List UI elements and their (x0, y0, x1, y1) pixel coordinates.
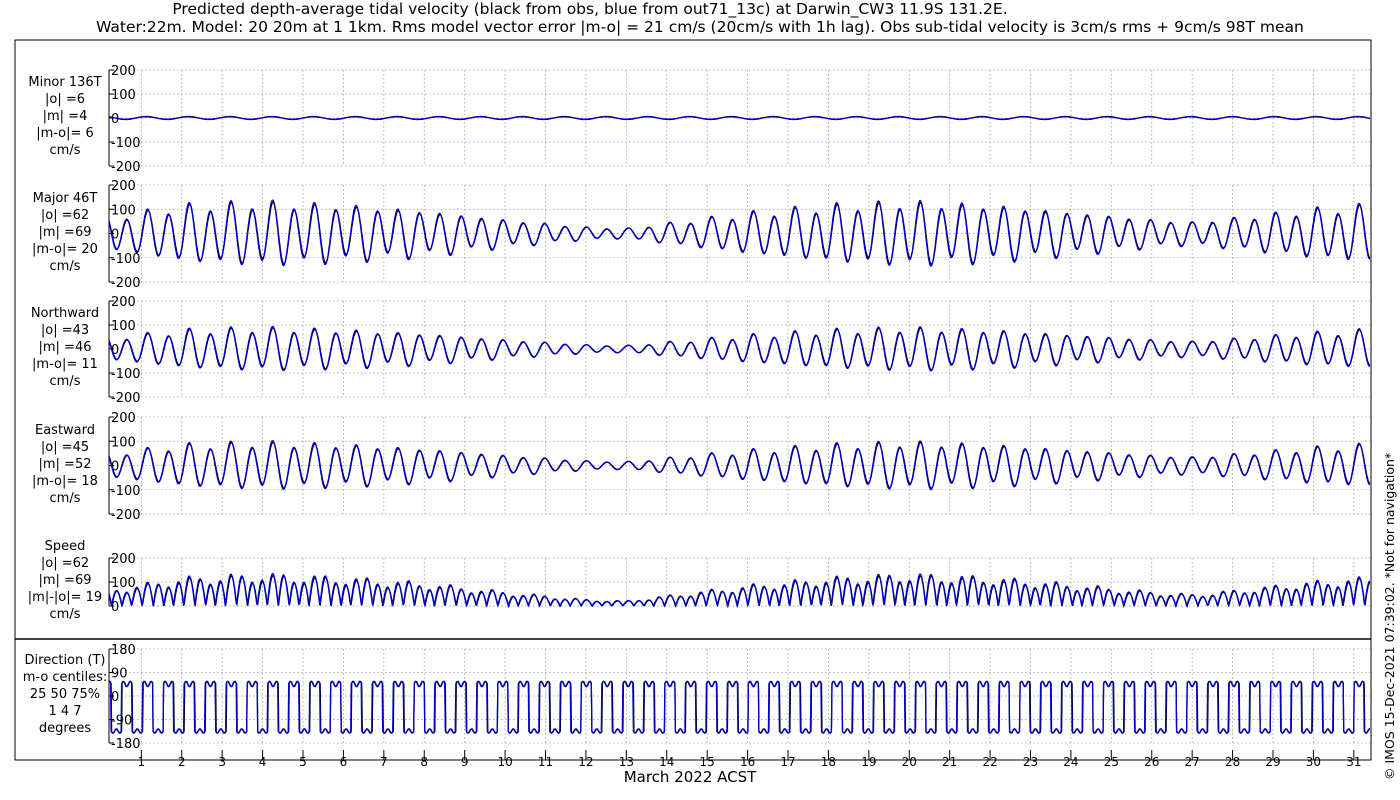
xtick-label-24: 25 (1104, 755, 1119, 769)
series-model-speed (108, 573, 1370, 609)
panel-eastward: 2001000-100-200 (108, 411, 1371, 523)
panel-label-line: |o| =45 (40, 439, 90, 455)
panel-label-line: |m| =69 (38, 224, 92, 240)
panel-label-line: Speed (44, 539, 86, 554)
panel-label-line: |m| =46 (38, 340, 92, 355)
ytick-label-eastward-3: -100 (111, 484, 141, 499)
panel-label-line: 25 50 75% (29, 687, 101, 702)
panel-label-line: |o| =62 (40, 207, 90, 223)
xtick-label-9: 10 (497, 755, 512, 769)
panel-label-line: |m-o|= 20 (32, 241, 98, 257)
ytick-label-direction-4: -180 (111, 737, 141, 752)
panel-minor: 2001000-100-200 (108, 64, 1371, 175)
panel-label-eastward: Eastward |o| =45 |m| =52 |m-o|= 18 cm/s (15, 422, 115, 507)
panel-label-line: |m| =4 (42, 109, 88, 124)
series-model-direction (108, 680, 1371, 734)
panel-label-line: |m-o|= 18 (32, 473, 98, 489)
xtick-label-5: 6 (340, 755, 348, 769)
panel-label-line: cm/s (49, 258, 81, 274)
xtick-label-25: 26 (1144, 755, 1159, 769)
panel-label-northward: Northward |o| =43 |m| =46 |m-o|= 11 cm/s (15, 305, 115, 390)
panel-label-line: Minor 136T (28, 75, 102, 90)
panel-label-line: cm/s (49, 374, 81, 389)
panel-label-line: Direction (T) (24, 653, 106, 668)
xtick-label-11: 12 (578, 755, 593, 769)
ytick-label-northward-3: -100 (111, 367, 141, 382)
panel-label-line: m-o centiles: (22, 670, 108, 685)
panel-label-direction: Direction (T) m-o centiles: 25 50 75% 1 4 7… (15, 652, 115, 737)
xtick-label-12: 13 (619, 755, 634, 769)
xtick-label-30: 31 (1346, 755, 1361, 769)
xtick-label-26: 27 (1185, 755, 1200, 769)
ytick-label-minor-3: -100 (111, 136, 141, 151)
xtick-label-13: 14 (659, 755, 674, 769)
xtick-label-4: 5 (299, 755, 307, 769)
panel-label-line: |o| =6 (44, 92, 85, 107)
xtick-label-6: 7 (380, 755, 388, 769)
x-axis-label: March 2022 ACST (623, 768, 757, 786)
xtick-label-10: 11 (538, 755, 553, 769)
outer-frame (14, 39, 1372, 761)
panel-label-line: cm/s (49, 490, 81, 506)
panel-label-line: |o| =43 (40, 323, 90, 338)
chart-plot: 2001000-100-2002001000-100-2002001000-10… (14, 39, 1372, 769)
xtick-label-17: 18 (821, 755, 836, 769)
panel-label-line: Northward (30, 306, 100, 321)
xtick-label-19: 20 (902, 755, 917, 769)
panel-label-speed: Speed |o| =62 |m| =69 |m|-|o|= 19 cm/s (15, 538, 115, 623)
xtick-label-28: 29 (1265, 755, 1280, 769)
xtick-label-23: 24 (1063, 755, 1078, 769)
copyright-text: © IMOS 15-Dec-2021 07:39:02. *Not for na… (1382, 452, 1397, 780)
panel-label-line: |m-o|= 11 (32, 357, 98, 372)
panel-major: 2001000-100-200 (108, 179, 1371, 291)
xtick-label-3: 4 (259, 755, 267, 769)
xtick-label-18: 19 (861, 755, 876, 769)
ytick-label-northward-4: -200 (111, 391, 141, 406)
panel-label-major: Major 46T |o| =62 |m| =69 |m-o|= 20 cm/s (15, 190, 115, 275)
xtick-label-21: 22 (982, 755, 997, 769)
panel-label-line: cm/s (49, 143, 81, 158)
xtick-label-1: 2 (178, 755, 186, 769)
panel-label-line: degrees (38, 721, 92, 736)
xtick-label-8: 9 (461, 755, 469, 769)
xtick-label-15: 16 (740, 755, 755, 769)
panel-label-line: cm/s (49, 607, 81, 622)
panel-label-line: Eastward (34, 422, 96, 438)
xtick-label-20: 21 (942, 755, 957, 769)
xtick-label-27: 28 (1225, 755, 1240, 769)
panel-label-line: 1 4 7 (48, 704, 82, 719)
ytick-label-minor-4: -200 (111, 160, 141, 175)
panel-speed: 2001000 (108, 552, 1371, 615)
panel-label-minor: Minor 136T |o| =6 |m| =4 |m-o|= 6 cm/s (15, 74, 115, 159)
ytick-label-major-3: -100 (111, 252, 141, 267)
panel-label-line: |m|-|o|= 19 (27, 590, 103, 605)
xtick-label-2: 3 (218, 755, 226, 769)
xtick-label-14: 15 (700, 755, 715, 769)
panel-label-line: |m-o|= 6 (36, 126, 94, 141)
panel-label-line: |m| =52 (38, 456, 92, 472)
panel-direction: 180900-90-180 (108, 643, 1371, 752)
xtick-label-7: 8 (420, 755, 428, 769)
xtick-label-0: 1 (138, 755, 146, 769)
ytick-label-major-4: -200 (111, 276, 141, 291)
panel-label-line: |m| =69 (38, 573, 92, 588)
xtick-label-22: 23 (1023, 755, 1038, 769)
series-model-major (108, 199, 1370, 267)
xtick-label-29: 30 (1306, 755, 1321, 769)
panel-label-line: |o| =62 (40, 556, 90, 571)
ytick-label-eastward-4: -200 (111, 508, 141, 523)
panel-northward: 2001000-100-200 (108, 295, 1371, 406)
xtick-label-16: 17 (780, 755, 795, 769)
panel-label-line: Major 46T (32, 190, 98, 206)
